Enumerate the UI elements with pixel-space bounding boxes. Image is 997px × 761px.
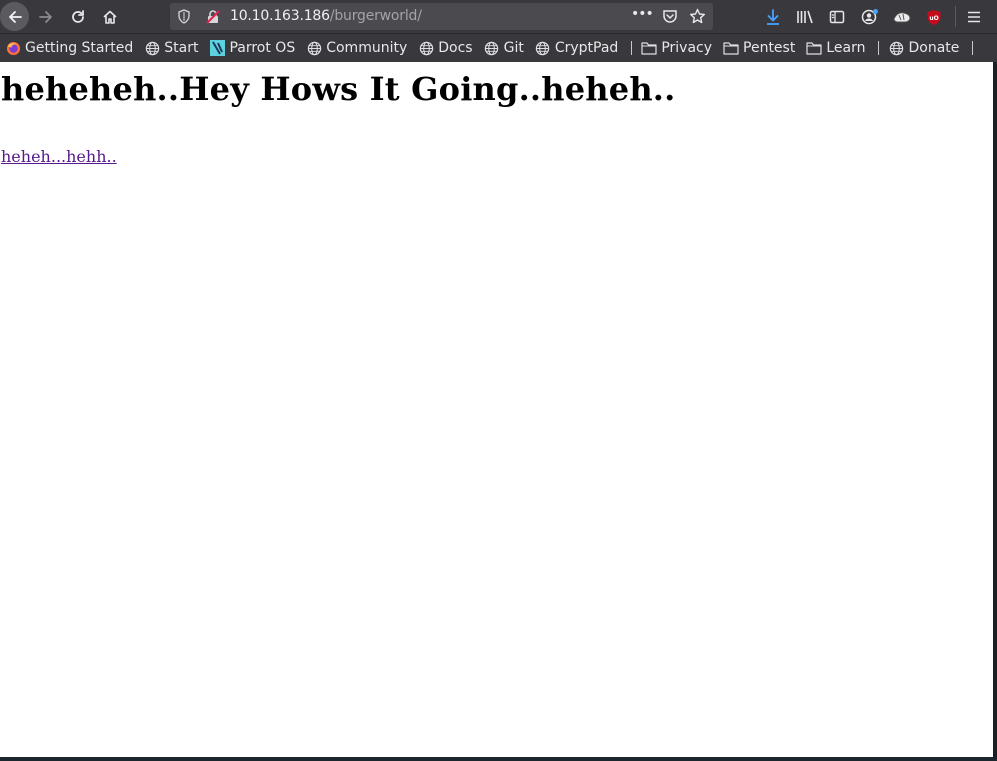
folder-icon xyxy=(641,40,657,56)
bookmark-folder-privacy[interactable]: Privacy xyxy=(641,37,717,59)
bookmark-label: Docs xyxy=(438,40,473,56)
folder-icon xyxy=(723,40,739,56)
bookmarks-toolbar: Getting Started Start Parrot OS Communit… xyxy=(0,33,997,62)
reload-button[interactable] xyxy=(64,3,92,31)
bookmark-separator xyxy=(972,41,974,55)
home-button[interactable] xyxy=(96,3,124,31)
bookmark-donate[interactable]: Donate xyxy=(888,37,964,59)
extension-button[interactable] xyxy=(888,3,916,31)
bookmark-label: Donate xyxy=(908,40,960,56)
window-edge xyxy=(993,62,997,761)
page-actions-icon[interactable]: ••• xyxy=(631,7,654,25)
bookmark-label: Start xyxy=(164,40,199,56)
bookmark-label: Pentest xyxy=(743,40,796,56)
bookmark-label: Git xyxy=(503,40,524,56)
bookmark-label: Community xyxy=(326,40,408,56)
firefox-icon xyxy=(5,40,21,56)
bookmark-label: Learn xyxy=(826,40,866,56)
url-path: /burgerworld/ xyxy=(329,8,422,24)
library-button[interactable] xyxy=(791,3,819,31)
bookmark-separator xyxy=(631,41,633,55)
bookmark-folder-pentest[interactable]: Pentest xyxy=(723,37,800,59)
bookmark-community[interactable]: Community xyxy=(306,37,412,59)
ublock-button[interactable]: uO xyxy=(920,3,948,31)
arrow-right-icon xyxy=(39,11,52,23)
desktop-background xyxy=(0,757,997,761)
bookmark-cryptpad[interactable]: CryptPad xyxy=(535,37,623,59)
globe-icon xyxy=(418,40,434,56)
forward-button[interactable] xyxy=(32,3,60,31)
toolbar-divider xyxy=(955,6,956,27)
account-icon xyxy=(861,9,878,25)
parrot-icon xyxy=(209,40,225,56)
page-link[interactable]: heheh...hehh.. xyxy=(1,147,117,166)
shield-icon[interactable] xyxy=(177,9,191,24)
page-heading: heheheh..Hey Hows It Going..heheh.. xyxy=(1,70,676,108)
bookmark-getting-started[interactable]: Getting Started xyxy=(5,37,138,59)
menu-button[interactable] xyxy=(960,3,988,31)
bookmark-label: Getting Started xyxy=(25,40,134,56)
browser-toolbar: 10.10.163.186/burgerworld/ ••• uO xyxy=(0,0,997,33)
bookmark-start[interactable]: Start xyxy=(144,37,203,59)
bookmark-folder-learn[interactable]: Learn xyxy=(806,37,870,59)
bookmark-git[interactable]: Git xyxy=(484,37,529,59)
globe-icon xyxy=(888,40,904,56)
ublock-icon: uO xyxy=(927,9,941,25)
url-text[interactable]: 10.10.163.186/burgerworld/ xyxy=(230,8,422,24)
globe-icon xyxy=(535,40,551,56)
globe-icon xyxy=(484,40,500,56)
globe-icon xyxy=(306,40,322,56)
page-content: heheheh..Hey Hows It Going..heheh.. hehe… xyxy=(0,62,993,757)
bookmark-label: Parrot OS xyxy=(229,40,296,56)
svg-text:uO: uO xyxy=(929,15,938,22)
download-icon xyxy=(767,9,779,25)
sidebar-button[interactable] xyxy=(823,3,851,31)
bookmark-star-icon[interactable] xyxy=(689,8,706,25)
address-bar[interactable]: 10.10.163.186/burgerworld/ ••• xyxy=(170,3,713,30)
home-icon xyxy=(103,10,117,24)
insecure-lock-icon[interactable] xyxy=(205,9,221,25)
back-button[interactable] xyxy=(0,2,29,31)
bookmark-docs[interactable]: Docs xyxy=(418,37,477,59)
bookmark-separator xyxy=(878,41,880,55)
folder-icon xyxy=(806,40,822,56)
arrow-left-icon xyxy=(8,10,22,23)
pocket-icon[interactable] xyxy=(662,8,678,24)
downloads-button[interactable] xyxy=(759,3,787,31)
extension-icon xyxy=(893,12,911,23)
bookmark-label: CryptPad xyxy=(554,40,619,56)
menu-icon xyxy=(968,11,980,23)
url-host: 10.10.163.186 xyxy=(230,8,330,24)
reload-icon xyxy=(72,10,84,23)
bookmark-label: Privacy xyxy=(661,40,713,56)
account-button[interactable] xyxy=(856,3,884,31)
sidebar-icon xyxy=(829,10,845,24)
library-icon xyxy=(797,10,813,24)
bookmark-parrot-os[interactable]: Parrot OS xyxy=(209,37,300,59)
globe-icon xyxy=(144,40,160,56)
